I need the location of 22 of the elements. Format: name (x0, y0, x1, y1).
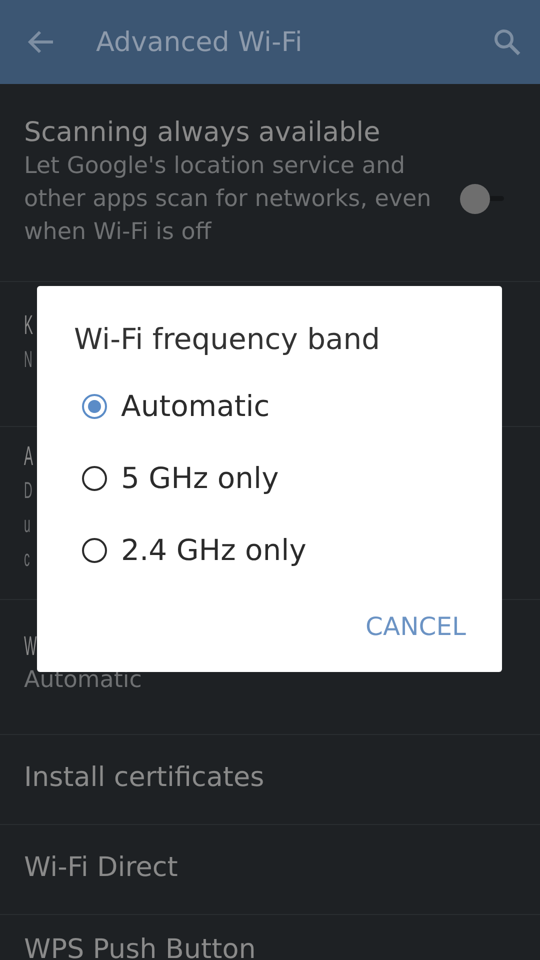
search-button[interactable] (492, 27, 522, 57)
setting-title: A (24, 440, 33, 473)
setting-title: Wi-Fi Direct (24, 851, 179, 885)
setting-summary: u (24, 510, 30, 539)
back-arrow-icon (28, 30, 54, 54)
setting-title: WPS Push Button (24, 933, 257, 960)
search-icon (493, 28, 521, 56)
dialog-title: Wi-Fi frequency band (74, 321, 382, 358)
setting-title: Scanning always available (24, 116, 382, 150)
toggle-switch[interactable] (460, 184, 504, 214)
setting-summary: N (24, 345, 32, 374)
setting-summary: Let Google's location service and other apps scan for networks, even when Wi-Fi is off (24, 152, 432, 247)
setting-summary: Automatic (24, 666, 142, 695)
setting-summary: D (24, 476, 32, 505)
radio-option[interactable]: 5 GHz only (82, 442, 462, 514)
screen-title: Advanced Wi-Fi (96, 26, 304, 58)
setting-title: K (24, 309, 33, 342)
setting-title: Install certificates (24, 761, 266, 795)
setting-summary: c (24, 544, 30, 573)
setting-title: W (24, 630, 37, 663)
radio-option[interactable]: Automatic (82, 370, 462, 442)
radio-option[interactable]: 2.4 GHz only (82, 514, 462, 586)
